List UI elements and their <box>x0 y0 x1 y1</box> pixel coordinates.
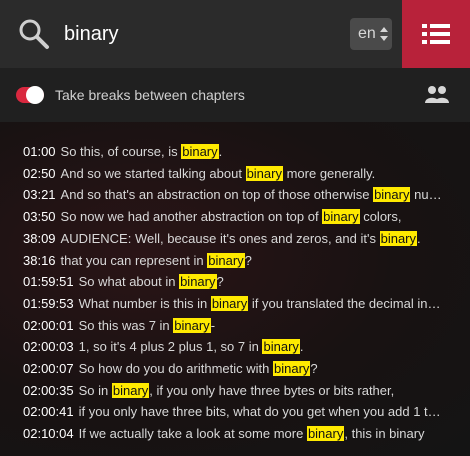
transcript-result-row[interactable]: 01:59:51 So what about in binary? <box>23 272 443 292</box>
result-text-after: , if you only have three bytes or bits r… <box>149 382 395 398</box>
result-text-after: ? <box>216 274 224 290</box>
search-match-highlight: binary <box>181 144 219 159</box>
breaks-label: Take breaks between chapters <box>55 87 245 103</box>
transcript-result-row[interactable]: 02:00:01 So this was 7 in binary- <box>23 316 443 336</box>
search-match-highlight: binary <box>306 426 345 442</box>
timestamp: 01:59:53 <box>23 295 74 311</box>
search-match-highlight: binary <box>262 339 300 355</box>
search-match-highlight: binary <box>173 317 211 333</box>
search-match-highlight: binary <box>322 209 360 225</box>
timestamp: 02:00:41 <box>23 404 74 420</box>
result-text: So what about in <box>78 274 180 290</box>
language-select[interactable]: en <box>350 18 392 50</box>
result-text: What number is this in <box>78 295 211 311</box>
result-text: AUDIENCE: Well, because it's ones and ze… <box>60 230 380 246</box>
timestamp: 02:50 <box>23 165 56 181</box>
result-text-after: . <box>218 144 223 159</box>
result-text: So this, of course, is <box>60 144 182 159</box>
result-text-after: . <box>417 230 421 246</box>
timestamp: 02:00:03 <box>23 339 74 355</box>
result-text: So now we had another abstraction on top… <box>60 209 323 225</box>
timestamp: 01:00 <box>23 144 56 159</box>
transcript-result-row[interactable]: 03:50 So now we had another abstraction o… <box>23 207 443 227</box>
result-text: So this was 7 in <box>78 317 174 333</box>
result-text: if you only have three bits, what do you… <box>78 404 443 420</box>
result-text-after: - <box>210 317 216 333</box>
search-header: en <box>0 0 470 68</box>
timestamp: 38:09 <box>23 230 56 246</box>
result-text: So in <box>78 382 112 398</box>
transcript-result-row[interactable]: 01:00 So this, of course, is binary. <box>23 142 443 162</box>
transcript-result-row[interactable]: 38:16 that you can represent in binary? <box>23 251 443 271</box>
language-value: en <box>358 25 376 42</box>
timestamp: 02:00:35 <box>23 382 74 398</box>
transcript-result-row[interactable]: 02:10:04 If we actually take a look at so… <box>23 424 443 444</box>
transcript-result-row[interactable]: 38:09 AUDIENCE: Well, because it's ones a… <box>23 229 443 249</box>
result-text: 1, so it's 4 plus 2 plus 1, so 7 in <box>78 339 263 355</box>
search-match-highlight: binary <box>379 230 418 246</box>
timestamp: 02:10:04 <box>23 426 74 442</box>
people-icon[interactable] <box>424 85 450 105</box>
transcript-result-row[interactable]: 02:00:03 1, so it's 4 plus 2 plus 1, so 7… <box>23 337 443 357</box>
options-bar: Take breaks between chapters <box>0 68 470 122</box>
result-text-after: more generally. <box>282 165 376 181</box>
transcript-result-row[interactable]: 02:00:07 So how do you do arithmetic with… <box>23 359 443 379</box>
result-text: And so we started talking about <box>60 165 246 181</box>
timestamp: 03:21 <box>23 187 56 203</box>
up-down-arrows-icon <box>380 27 388 41</box>
timestamp: 03:50 <box>23 209 56 225</box>
result-text: So how do you do arithmetic with <box>78 361 273 376</box>
search-icon[interactable] <box>16 16 52 52</box>
search-match-highlight: binary <box>273 361 311 376</box>
result-text: that you can represent in <box>60 252 208 268</box>
timestamp: 02:00:01 <box>23 317 74 333</box>
menu-button[interactable] <box>402 0 470 68</box>
transcript-result-row[interactable]: 01:59:53 What number is this in binary if… <box>23 294 443 314</box>
result-text-after: if you translated the decimal in y... <box>248 295 443 311</box>
timestamp: 01:59:51 <box>23 274 74 290</box>
results-list: 01:00 So this, of course, is binary. 02:50… <box>0 122 470 456</box>
transcript-result-row[interactable]: 02:50 And so we started talking about bin… <box>23 164 443 184</box>
timestamp: 38:16 <box>23 252 56 268</box>
toggle-knob <box>26 86 44 104</box>
result-text-after: ? <box>244 252 252 268</box>
list-menu-icon <box>422 24 450 44</box>
search-match-highlight: binary <box>210 295 249 311</box>
transcript-result-row[interactable]: 02:00:35 So in binary, if you only have t… <box>23 381 443 401</box>
search-input[interactable] <box>64 14 334 54</box>
result-text-after: num... <box>414 187 443 203</box>
timestamp: 02:00:07 <box>23 361 74 376</box>
search-match-highlight: binary <box>111 382 150 398</box>
search-match-highlight: binary <box>179 274 217 290</box>
transcript-result-row[interactable]: 02:00:41 if you only have three bits, wha… <box>23 402 443 422</box>
result-text-after: . <box>299 339 304 355</box>
search-match-highlight: binary <box>245 165 283 181</box>
result-text: And so that's an abstraction on top of t… <box>60 187 374 203</box>
result-text-after: colors, <box>359 209 402 225</box>
transcript-result-row[interactable]: 03:21 And so that's an abstraction on top… <box>23 185 443 205</box>
breaks-toggle[interactable] <box>16 86 44 104</box>
result-text: If we actually take a look at some more <box>78 426 307 442</box>
search-match-highlight: binary <box>207 252 245 268</box>
result-text-after: ? <box>310 361 318 376</box>
result-text-after: , this in binary <box>344 426 425 442</box>
search-match-highlight: binary <box>373 187 411 203</box>
